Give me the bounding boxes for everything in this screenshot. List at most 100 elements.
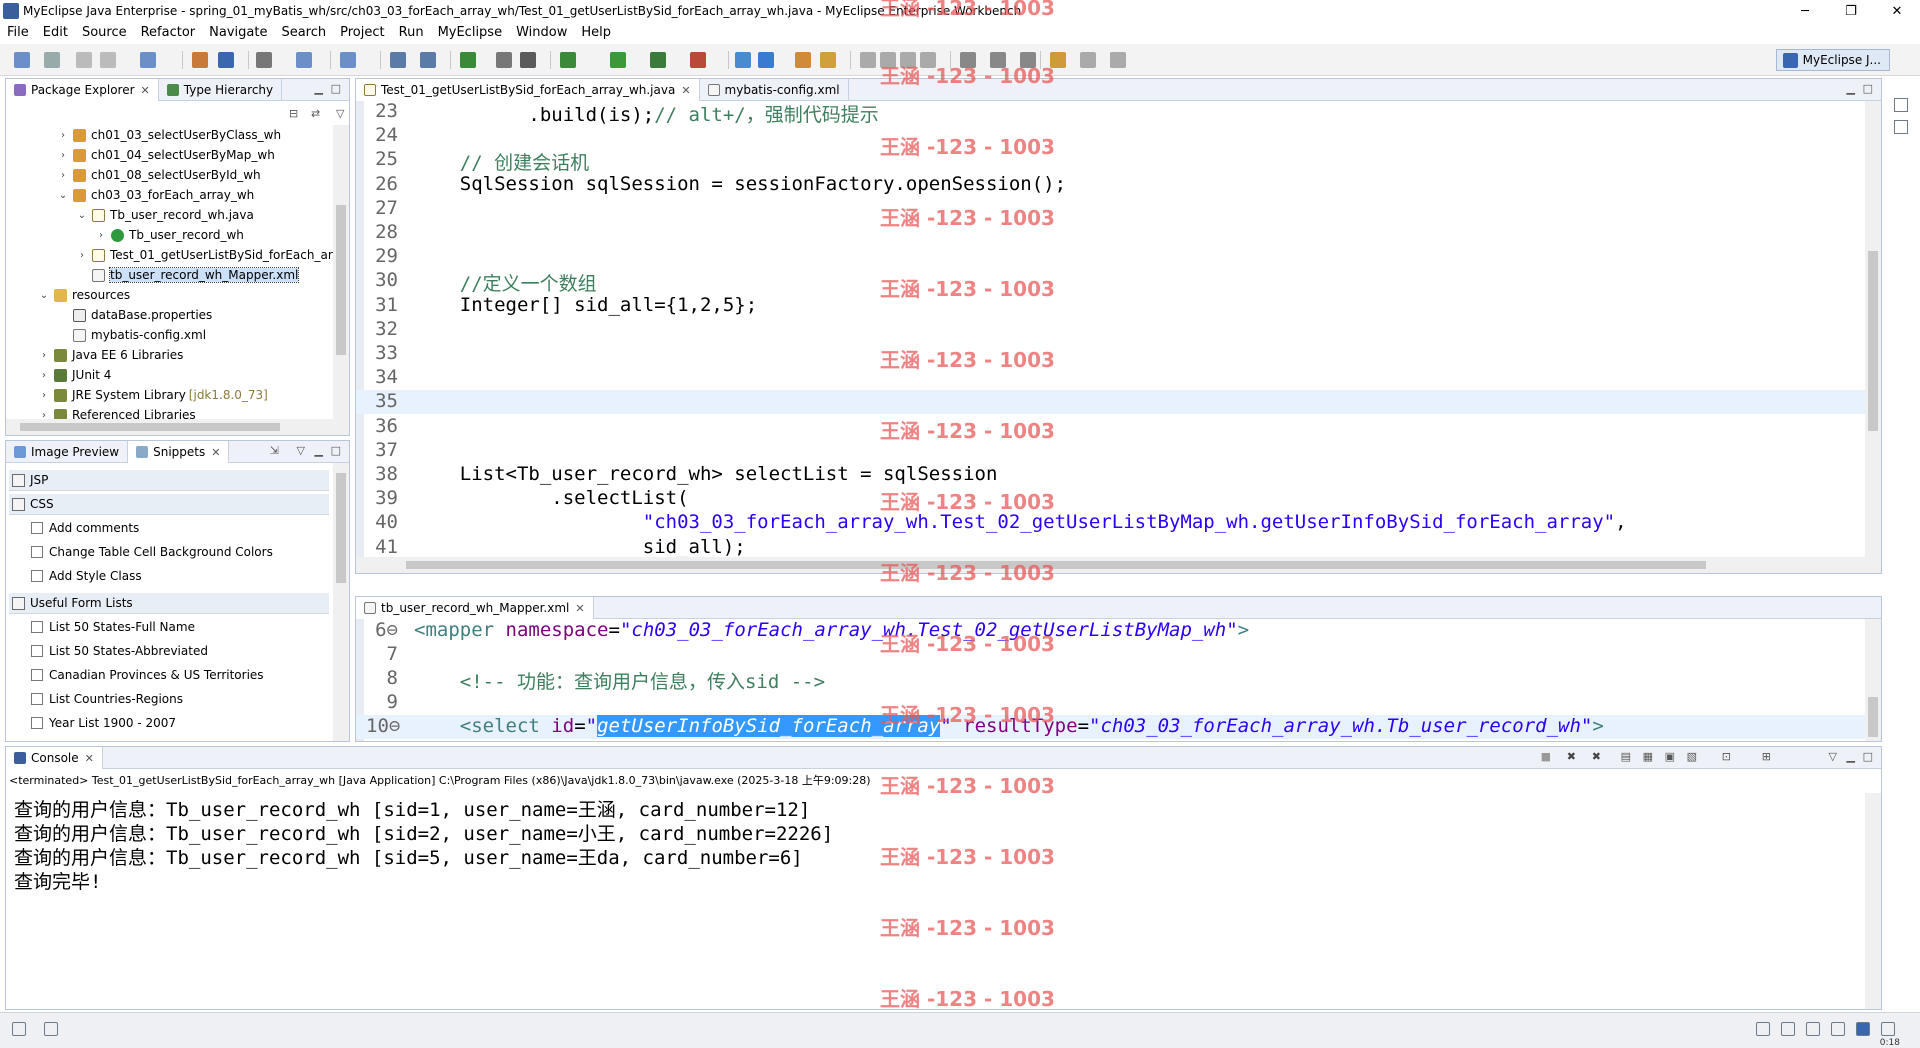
code-line[interactable]: 10⊖ <select id="getUserInfoBySid_forEach… xyxy=(356,715,1865,739)
snippet-item[interactable]: Add comments xyxy=(31,516,139,540)
tab-package-explorer[interactable]: Package Explorer ✕ xyxy=(6,79,159,101)
toolbar-button-icon[interactable] xyxy=(390,52,406,68)
tree-item[interactable]: › JUnit 4 xyxy=(6,365,111,385)
toolbar-button-icon[interactable] xyxy=(920,52,936,68)
code-line[interactable]: 27 xyxy=(356,197,1865,221)
menu-refactor[interactable]: Refactor xyxy=(134,25,203,40)
tab-image-preview[interactable]: Image Preview xyxy=(6,441,129,463)
tree-item[interactable]: › JRE System Library [jdk1.8.0_73] xyxy=(6,385,268,405)
view-menu-icon[interactable]: ▽ xyxy=(297,444,305,457)
code-line[interactable]: 7 xyxy=(356,643,1865,667)
snippet-item[interactable]: Year List 1900 - 2007 xyxy=(31,711,176,735)
tree-item[interactable]: › ch01_03_selectUserByClass_wh xyxy=(6,125,281,145)
code-line[interactable]: 30 //定义一个数组 xyxy=(356,269,1865,295)
twisty-icon[interactable]: ⌄ xyxy=(56,190,70,201)
toolbar-button-icon[interactable] xyxy=(650,52,666,68)
toolbar-button-icon[interactable] xyxy=(14,52,30,68)
twisty-icon[interactable]: › xyxy=(56,170,70,181)
toolbar-button-icon[interactable] xyxy=(256,52,272,68)
word-wrap-icon[interactable]: ▧ xyxy=(1687,750,1697,763)
minimize-button[interactable]: ─ xyxy=(1782,0,1828,22)
toolbar-button-icon[interactable] xyxy=(218,52,234,68)
toolbar-button-icon[interactable] xyxy=(1020,52,1036,68)
view-menu-icon[interactable]: ▽ xyxy=(336,107,344,120)
toolbar-button-icon[interactable] xyxy=(296,52,312,68)
menu-edit[interactable]: Edit xyxy=(36,25,75,40)
minimize-icon[interactable]: ▁ xyxy=(315,444,323,457)
code-line[interactable]: 39 .selectList( xyxy=(356,487,1865,511)
tab-type-hierarchy[interactable]: Type Hierarchy xyxy=(159,79,283,101)
menu-navigate[interactable]: Navigate xyxy=(202,25,274,40)
pin-console-icon[interactable]: ▣ xyxy=(1665,750,1675,763)
toolbar-button-icon[interactable] xyxy=(795,52,811,68)
snippet-item[interactable]: List 50 States-Full Name xyxy=(31,615,195,639)
menu-file[interactable]: File xyxy=(0,25,36,40)
scroll-lock-icon[interactable]: ▦ xyxy=(1643,750,1653,763)
snippet-category[interactable]: JSP xyxy=(9,470,329,491)
toolbar-button-icon[interactable] xyxy=(690,52,706,68)
tree-item[interactable]: ⌄ resources xyxy=(6,285,130,305)
code-line[interactable]: 23 .build(is);// alt+/，强制代码提示 xyxy=(356,100,1865,126)
code-line[interactable]: 37 xyxy=(356,439,1865,463)
tree-item[interactable]: › Tb_user_record_wh xyxy=(6,225,244,245)
toolbar-button-icon[interactable] xyxy=(520,52,536,68)
outline-icon[interactable] xyxy=(1894,98,1908,112)
tree-item[interactable]: tb_user_record_wh_Mapper.xml xyxy=(6,265,300,285)
maximize-icon[interactable]: □ xyxy=(331,82,341,95)
tree-item[interactable]: › Test_01_getUserListBySid_forEach_arra xyxy=(6,245,345,265)
customize-icon[interactable]: ⇲ xyxy=(270,444,279,457)
terminate-icon[interactable]: ■ xyxy=(1541,750,1551,763)
close-button[interactable]: ✕ xyxy=(1874,0,1920,22)
minimize-icon[interactable]: ▁ xyxy=(315,82,323,95)
tab-snippets[interactable]: Snippets ✕ xyxy=(128,441,230,463)
status-icon[interactable] xyxy=(1881,1022,1895,1036)
twisty-icon[interactable]: › xyxy=(37,390,51,401)
twisty-icon[interactable]: ⌄ xyxy=(37,290,51,301)
toolbar-button-icon[interactable] xyxy=(420,52,436,68)
status-icon[interactable] xyxy=(1831,1022,1845,1036)
close-icon[interactable]: ✕ xyxy=(575,602,584,615)
toolbar-button-icon[interactable] xyxy=(960,52,976,68)
menu-window[interactable]: Window xyxy=(509,25,574,40)
toolbar-button-icon[interactable] xyxy=(1080,52,1096,68)
tree-item[interactable]: ⌄ Tb_user_record_wh.java xyxy=(6,205,254,225)
code-line[interactable]: 33 xyxy=(356,342,1865,366)
twisty-icon[interactable]: › xyxy=(37,350,51,361)
code-line[interactable]: 29 xyxy=(356,245,1865,269)
code-line[interactable]: 34 xyxy=(356,366,1865,390)
minimize-icon[interactable]: ▁ xyxy=(1847,82,1855,95)
snippet-item[interactable]: List Countries-Regions xyxy=(31,687,183,711)
toolbar-button-icon[interactable] xyxy=(100,52,116,68)
maximize-button[interactable]: ❐ xyxy=(1828,0,1874,22)
toolbar-button-icon[interactable] xyxy=(820,52,836,68)
vertical-scrollbar[interactable] xyxy=(333,463,349,741)
twisty-icon[interactable]: › xyxy=(94,230,108,241)
tree-item[interactable]: mybatis-config.xml xyxy=(6,325,206,345)
tree-item[interactable]: › ch01_04_selectUserByMap_wh xyxy=(6,145,275,165)
remove-all-icon[interactable]: ✖ xyxy=(1592,750,1601,763)
toolbar-button-icon[interactable] xyxy=(735,52,751,68)
view-menu-icon[interactable]: ▽ xyxy=(1829,750,1837,763)
twisty-icon[interactable]: ⌄ xyxy=(75,210,89,221)
code-line[interactable]: 36 xyxy=(356,415,1865,439)
vertical-scrollbar[interactable] xyxy=(333,125,349,419)
snippet-item[interactable]: Canadian Provinces & US Territories xyxy=(31,663,264,687)
tree-item[interactable]: dataBase.properties xyxy=(6,305,212,325)
toolbar-button-icon[interactable] xyxy=(900,52,916,68)
status-icon[interactable] xyxy=(1856,1022,1870,1036)
close-icon[interactable]: ✕ xyxy=(211,446,220,459)
code-line[interactable]: 28 xyxy=(356,221,1865,245)
tab-console[interactable]: Console ✕ xyxy=(6,747,103,769)
close-icon[interactable]: ✕ xyxy=(85,752,94,765)
horizontal-scrollbar[interactable] xyxy=(6,419,349,435)
snippet-item[interactable]: List 50 States-Abbreviated xyxy=(31,639,208,663)
toolbar-button-icon[interactable] xyxy=(860,52,876,68)
tree-item[interactable]: ⌄ ch03_03_forEach_array_wh xyxy=(6,185,254,205)
maximize-icon[interactable]: □ xyxy=(1863,82,1873,95)
code-line[interactable]: 24 xyxy=(356,124,1865,148)
toolbar-button-icon[interactable] xyxy=(880,52,896,68)
snippet-item[interactable]: Add Style Class xyxy=(31,564,142,588)
snippet-category[interactable]: Useful Form Lists xyxy=(9,593,329,614)
console-output[interactable]: 查询的用户信息：Tb_user_record_wh [sid=1, user_n… xyxy=(6,793,1865,1009)
code-line[interactable]: 40 "ch03_03_forEach_array_wh.Test_02_get… xyxy=(356,511,1865,535)
